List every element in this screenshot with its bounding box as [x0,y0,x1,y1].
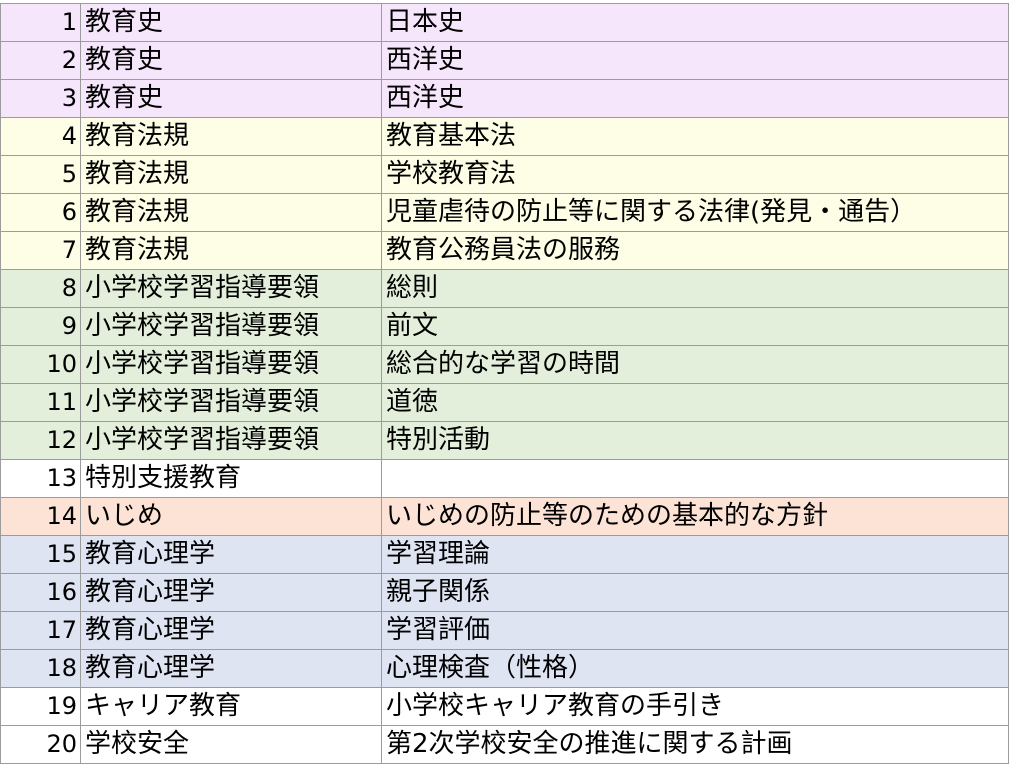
table-row: 7 教育法規 教育公務員法の服務 [0,231,1009,270]
topic-cell[interactable] [381,459,1009,498]
topic-cell[interactable]: 西洋史 [381,79,1009,118]
category-cell[interactable]: 教育心理学 [80,535,382,574]
table-row: 14 いじめ いじめの防止等のための基本的な方針 [0,497,1009,536]
topic-cell[interactable]: 道徳 [381,383,1009,422]
table-row: 20 学校安全 第2次学校安全の推進に関する計画 [0,725,1009,764]
category-cell[interactable]: 教育法規 [80,117,382,156]
topic-cell[interactable]: 小学校キャリア教育の手引き [381,687,1009,726]
topic-cell[interactable]: いじめの防止等のための基本的な方針 [381,497,1009,536]
topic-cell[interactable]: 心理検査（性格） [381,649,1009,688]
row-number-cell[interactable]: 9 [0,307,81,346]
row-number-cell[interactable]: 13 [0,459,81,498]
topic-cell[interactable]: 前文 [381,307,1009,346]
table-row: 2 教育史 西洋史 [0,41,1009,80]
topic-cell[interactable]: 日本史 [381,3,1009,42]
table-row: 18 教育心理学 心理検査（性格） [0,649,1009,688]
table-row: 9 小学校学習指導要領 前文 [0,307,1009,346]
row-number-cell[interactable]: 2 [0,41,81,80]
category-cell[interactable]: 教育法規 [80,231,382,270]
table-row: 3 教育史 西洋史 [0,79,1009,118]
category-cell[interactable]: 小学校学習指導要領 [80,269,382,308]
row-number-cell[interactable]: 15 [0,535,81,574]
row-number-cell[interactable]: 12 [0,421,81,460]
table-row: 5 教育法規 学校教育法 [0,155,1009,194]
topic-cell[interactable]: 親子関係 [381,573,1009,612]
category-cell[interactable]: 小学校学習指導要領 [80,421,382,460]
row-number-cell[interactable]: 20 [0,725,81,764]
category-cell[interactable]: 教育史 [80,41,382,80]
topic-cell[interactable]: 学習評価 [381,611,1009,650]
table-row: 1 教育史 日本史 [0,3,1009,42]
row-number-cell[interactable]: 1 [0,3,81,42]
row-number-cell[interactable]: 16 [0,573,81,612]
category-cell[interactable]: 教育心理学 [80,611,382,650]
category-cell[interactable]: 学校安全 [80,725,382,764]
category-cell[interactable]: 教育心理学 [80,649,382,688]
topic-cell[interactable]: 教育基本法 [381,117,1009,156]
table-row: 17 教育心理学 学習評価 [0,611,1009,650]
table-row: 6 教育法規 児童虐待の防止等に関する法律(発見・通告） [0,193,1009,232]
category-cell[interactable]: いじめ [80,497,382,536]
row-number-cell[interactable]: 8 [0,269,81,308]
table-row: 4 教育法規 教育基本法 [0,117,1009,156]
row-number-cell[interactable]: 7 [0,231,81,270]
table-row: 19 キャリア教育 小学校キャリア教育の手引き [0,687,1009,726]
category-cell[interactable]: 小学校学習指導要領 [80,307,382,346]
category-cell[interactable]: 教育法規 [80,193,382,232]
category-cell[interactable]: 教育史 [80,79,382,118]
topic-cell[interactable]: 総則 [381,269,1009,308]
row-number-cell[interactable]: 10 [0,345,81,384]
table-row: 12 小学校学習指導要領 特別活動 [0,421,1009,460]
topic-cell[interactable]: 第2次学校安全の推進に関する計画 [381,725,1009,764]
row-number-cell[interactable]: 19 [0,687,81,726]
category-cell[interactable]: 小学校学習指導要領 [80,383,382,422]
table-row: 13 特別支援教育 [0,459,1009,498]
table-row: 8 小学校学習指導要領 総則 [0,269,1009,308]
topic-cell[interactable]: 学習理論 [381,535,1009,574]
row-number-cell[interactable]: 18 [0,649,81,688]
category-cell[interactable]: 教育心理学 [80,573,382,612]
category-cell[interactable]: 教育法規 [80,155,382,194]
spreadsheet-table: 1 教育史 日本史 2 教育史 西洋史 3 教育史 西洋史 4 教育法規 教育基本法 5 教育法規 学校教育… [0,3,1009,764]
row-number-cell[interactable]: 3 [0,79,81,118]
table-row: 15 教育心理学 学習理論 [0,535,1009,574]
category-cell[interactable]: 小学校学習指導要領 [80,345,382,384]
topic-cell[interactable]: 学校教育法 [381,155,1009,194]
topic-cell[interactable]: 特別活動 [381,421,1009,460]
category-cell[interactable]: キャリア教育 [80,687,382,726]
category-cell[interactable]: 教育史 [80,3,382,42]
row-number-cell[interactable]: 17 [0,611,81,650]
topic-cell[interactable]: 教育公務員法の服務 [381,231,1009,270]
table-row: 11 小学校学習指導要領 道徳 [0,383,1009,422]
category-cell[interactable]: 特別支援教育 [80,459,382,498]
table-row: 16 教育心理学 親子関係 [0,573,1009,612]
row-number-cell[interactable]: 6 [0,193,81,232]
topic-cell[interactable]: 児童虐待の防止等に関する法律(発見・通告） [381,193,1009,232]
row-number-cell[interactable]: 5 [0,155,81,194]
row-number-cell[interactable]: 4 [0,117,81,156]
table-row: 10 小学校学習指導要領 総合的な学習の時間 [0,345,1009,384]
table-body: 1 教育史 日本史 2 教育史 西洋史 3 教育史 西洋史 4 教育法規 教育基本法 5 教育法規 学校教育… [0,3,1009,764]
topic-cell[interactable]: 総合的な学習の時間 [381,345,1009,384]
topic-cell[interactable]: 西洋史 [381,41,1009,80]
row-number-cell[interactable]: 11 [0,383,81,422]
row-number-cell[interactable]: 14 [0,497,81,536]
